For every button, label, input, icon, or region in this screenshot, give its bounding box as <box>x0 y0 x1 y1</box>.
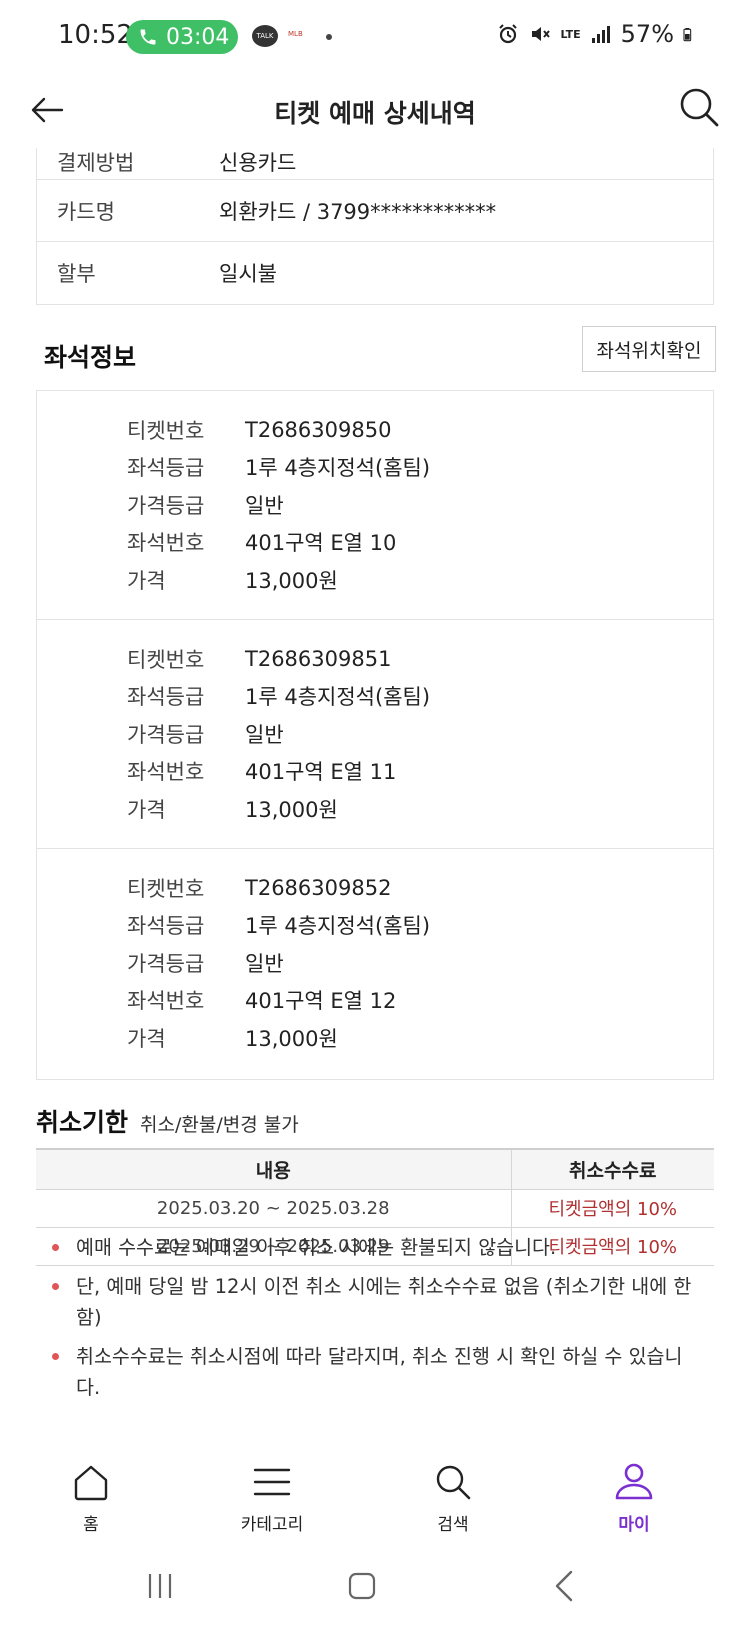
nav-category[interactable]: 카테고리 <box>212 1450 332 1546</box>
seat-location-button[interactable]: 좌석위치확인 <box>582 326 716 372</box>
ticket-number: T2686309851 <box>245 646 392 671</box>
list-item: 단, 예매 당일 밤 12시 이전 취소 시에는 취소수수료 없음 (취소기한 … <box>52 1271 702 1333</box>
payment-label: 카드명 <box>57 199 115 224</box>
nav-search[interactable]: 검색 <box>393 1450 513 1546</box>
payment-label: 할부 <box>57 262 96 286</box>
battery-percent: 57% <box>620 20 674 48</box>
seat-grade: 1루 4층지정석(홈팀) <box>245 685 431 710</box>
ticket-number-label: 티켓번호 <box>127 418 205 443</box>
seat-number-label: 좌석번호 <box>127 760 205 785</box>
price-grade-label: 가격등급 <box>127 722 205 747</box>
table-row: 2025.03.20 ~ 2025.03.28 티켓금액의 10% <box>36 1189 714 1228</box>
seat-number: 401구역 E열 11 <box>245 760 397 785</box>
app-header: 티켓 예매 상세내역 <box>0 74 750 148</box>
seat-number-label: 좌석번호 <box>127 989 205 1014</box>
system-nav-bar <box>0 1546 750 1625</box>
recent-apps-button[interactable] <box>130 1556 190 1616</box>
nav-my[interactable]: 마이 <box>574 1450 694 1546</box>
nav-my-label: 마이 <box>618 1515 650 1535</box>
more-notifications-dot <box>326 34 332 40</box>
price-grade-label: 가격등급 <box>127 493 205 518</box>
payment-value: 외환카드 / 3799************ <box>219 199 497 224</box>
user-icon <box>615 1463 653 1500</box>
home-system-button[interactable] <box>332 1556 392 1616</box>
status-time: 10:52 <box>58 20 133 50</box>
price-grade: 일반 <box>245 493 284 518</box>
price-label: 가격 <box>127 797 166 822</box>
home-square-icon <box>348 1572 376 1600</box>
seat-grade-label: 좌석등급 <box>127 456 205 481</box>
ticket-list: 티켓번호 T2686309850 좌석등급 1루 4층지정석(홈팀) 가격등급 일반 … <box>36 390 714 1080</box>
fee-table-header: 내용 <box>36 1148 512 1190</box>
status-right: LTE 57% <box>496 20 698 48</box>
ticket-item: 티켓번호 T2686309851 좌석등급 1루 4층지정석(홈팀) 가격등급 일반 … <box>37 620 713 849</box>
ticket-number: T2686309852 <box>245 875 392 900</box>
chevron-left-icon <box>555 1570 573 1602</box>
home-icon <box>74 1465 108 1501</box>
fee-period: 2025.03.20 ~ 2025.03.28 <box>36 1189 512 1228</box>
bottom-nav: 홈 카테고리 검색 마이 <box>0 1450 750 1546</box>
ticket-item: 티켓번호 T2686309852 좌석등급 1루 4층지정석(홈팀) 가격등급 일반 … <box>37 849 713 1079</box>
battery-icon <box>683 28 692 42</box>
detail-content[interactable]: 결제방법 신용카드 카드명 외환카드 / 3799************ 할부… <box>0 148 750 1450</box>
seat-number-label: 좌석번호 <box>127 531 205 556</box>
payment-value: 신용카드 <box>219 151 297 175</box>
menu-icon <box>253 1468 291 1496</box>
page-title: 티켓 예매 상세내역 <box>274 99 476 128</box>
back-system-button[interactable] <box>535 1556 595 1616</box>
cancel-deadline-note: 취소/환불/변경 불가 <box>140 1114 299 1136</box>
fee-amount: 티켓금액의 10% <box>511 1189 714 1228</box>
price-grade: 일반 <box>245 722 284 747</box>
nav-home[interactable]: 홈 <box>31 1450 151 1546</box>
talk-notification-icon: TALK <box>252 25 278 47</box>
cancel-deadline-heading: 취소기한 취소/환불/변경 불가 <box>36 1103 299 1139</box>
payment-row: 결제방법 신용카드 <box>37 148 713 180</box>
payment-label: 결제방법 <box>57 151 135 175</box>
ticket-item: 티켓번호 T2686309850 좌석등급 1루 4층지정석(홈팀) 가격등급 일반 … <box>37 391 713 620</box>
network-type: LTE <box>560 27 581 41</box>
signal-icon <box>591 26 610 43</box>
recent-apps-icon <box>148 1574 172 1598</box>
nav-search-label: 검색 <box>437 1515 469 1535</box>
alarm-icon <box>499 24 518 44</box>
mute-icon <box>532 27 551 41</box>
price-grade: 일반 <box>245 951 284 976</box>
list-item: 취소수수료는 취소시점에 따라 달라지며, 취소 진행 시 확인 하실 수 있습… <box>52 1341 702 1403</box>
cancel-deadline-title: 취소기한 <box>36 1108 129 1137</box>
payment-table: 결제방법 신용카드 카드명 외환카드 / 3799************ 할부… <box>36 148 714 305</box>
call-timer: 03:04 <box>166 24 230 50</box>
price: 13,000원 <box>245 1026 338 1051</box>
nav-category-label: 카테고리 <box>240 1515 304 1535</box>
seat-grade: 1루 4층지정석(홈팀) <box>245 914 431 939</box>
seat-info-heading: 좌석정보 <box>44 343 137 372</box>
phone-icon <box>140 29 156 45</box>
fee-table-header: 취소수수료 <box>511 1148 714 1190</box>
price-label: 가격 <box>127 568 166 593</box>
price: 13,000원 <box>245 797 338 822</box>
payment-value: 일시불 <box>219 262 277 286</box>
cancel-notes: 예매 수수료는 예매일 이후 취소 시에는 환불되지 않습니다. 단, 예매 당… <box>52 1232 702 1411</box>
price: 13,000원 <box>245 568 338 593</box>
payment-row: 할부 일시불 <box>37 242 713 304</box>
search-icon <box>436 1465 471 1500</box>
seat-grade-label: 좌석등급 <box>127 914 205 939</box>
nav-home-label: 홈 <box>83 1515 99 1535</box>
call-indicator[interactable]: 03:04 <box>126 20 238 54</box>
app-notification-icon: MLB <box>288 30 303 38</box>
ticket-number-label: 티켓번호 <box>127 647 205 672</box>
seat-grade: 1루 4층지정석(홈팀) <box>245 456 431 481</box>
search-button[interactable] <box>676 84 722 130</box>
seat-number: 401구역 E열 10 <box>245 531 397 556</box>
price-label: 가격 <box>127 1026 166 1051</box>
ticket-number-label: 티켓번호 <box>127 876 205 901</box>
payment-row: 카드명 외환카드 / 3799************ <box>37 180 713 242</box>
seat-number: 401구역 E열 12 <box>245 989 397 1014</box>
price-grade-label: 가격등급 <box>127 951 205 976</box>
seat-grade-label: 좌석등급 <box>127 685 205 710</box>
status-bar: 10:52 03:04 TALK MLB LTE 57% <box>0 0 750 74</box>
search-icon <box>680 88 719 127</box>
ticket-number: T2686309850 <box>245 417 392 442</box>
list-item: 예매 수수료는 예매일 이후 취소 시에는 환불되지 않습니다. <box>52 1232 702 1263</box>
